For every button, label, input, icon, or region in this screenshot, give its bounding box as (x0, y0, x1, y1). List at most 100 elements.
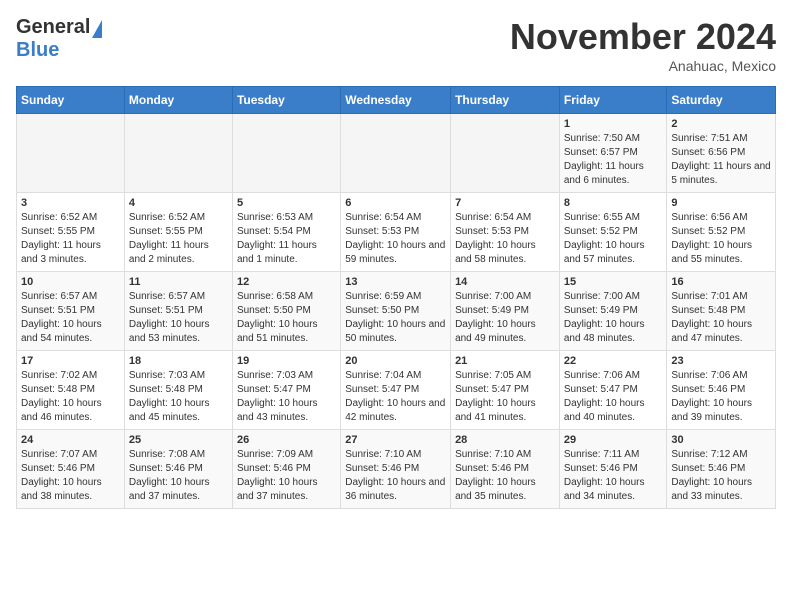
calendar-cell (341, 114, 451, 193)
day-number: 28 (455, 434, 555, 446)
day-number: 21 (455, 355, 555, 367)
day-number: 23 (671, 355, 771, 367)
day-number: 4 (129, 197, 228, 209)
day-info: Sunrise: 7:04 AM Sunset: 5:47 PM Dayligh… (345, 369, 446, 425)
calendar-header-friday: Friday (559, 87, 667, 114)
logo: General Blue (16, 16, 102, 62)
calendar-week-row: 24 Sunrise: 7:07 AM Sunset: 5:46 PM Dayli… (17, 430, 776, 509)
calendar-table: SundayMondayTuesdayWednesdayThursdayFrid… (16, 86, 776, 509)
day-number: 25 (129, 434, 228, 446)
day-number: 2 (671, 118, 771, 130)
day-info: Sunrise: 6:52 AM Sunset: 5:55 PM Dayligh… (129, 211, 228, 267)
day-number: 12 (237, 276, 336, 288)
calendar-cell: 14Sunrise: 7:00 AM Sunset: 5:49 PM Dayli… (451, 272, 560, 351)
calendar-cell: 2 Sunrise: 7:51 AM Sunset: 6:56 PM Daylig… (667, 114, 776, 193)
day-number: 20 (345, 355, 446, 367)
calendar-header-tuesday: Tuesday (232, 87, 340, 114)
calendar-cell: 19 Sunrise: 7:03 AM Sunset: 5:47 PM Dayli… (232, 351, 340, 430)
logo-icon (92, 20, 102, 38)
day-number: 6 (345, 197, 446, 209)
day-info: Sunrise: 6:55 AM Sunset: 5:52 PM Dayligh… (564, 211, 663, 267)
day-number: 15 (564, 276, 663, 288)
day-info: Sunrise: 6:59 AM Sunset: 5:50 PM Dayligh… (345, 290, 446, 346)
calendar-cell: 7 Sunrise: 6:54 AM Sunset: 5:53 PM Daylig… (451, 193, 560, 272)
page-header: General Blue November 2024 Anahuac, Mexi… (16, 16, 776, 74)
calendar-header-sunday: Sunday (17, 87, 125, 114)
calendar-cell: 30 Sunrise: 7:12 AM Sunset: 5:46 PM Dayli… (667, 430, 776, 509)
logo-blue-text: Blue (16, 39, 59, 62)
day-number: 19 (237, 355, 336, 367)
title-section: November 2024 Anahuac, Mexico (510, 16, 776, 74)
calendar-week-row: 17 Sunrise: 7:02 AM Sunset: 5:48 PM Dayli… (17, 351, 776, 430)
day-number: 17 (21, 355, 120, 367)
calendar-cell: 3Sunrise: 6:52 AM Sunset: 5:55 PM Daylig… (17, 193, 125, 272)
day-info: Sunrise: 7:10 AM Sunset: 5:46 PM Dayligh… (345, 448, 446, 504)
calendar-cell: 15 Sunrise: 7:00 AM Sunset: 5:49 PM Dayli… (559, 272, 667, 351)
calendar-cell: 16 Sunrise: 7:01 AM Sunset: 5:48 PM Dayli… (667, 272, 776, 351)
day-info: Sunrise: 6:53 AM Sunset: 5:54 PM Dayligh… (237, 211, 336, 267)
day-number: 11 (129, 276, 228, 288)
calendar-cell: 13 Sunrise: 6:59 AM Sunset: 5:50 PM Dayli… (341, 272, 451, 351)
day-info: Sunrise: 7:05 AM Sunset: 5:47 PM Dayligh… (455, 369, 555, 425)
calendar-cell: 9Sunrise: 6:56 AM Sunset: 5:52 PM Daylig… (667, 193, 776, 272)
calendar-cell: 17 Sunrise: 7:02 AM Sunset: 5:48 PM Dayli… (17, 351, 125, 430)
day-number: 1 (564, 118, 663, 130)
day-number: 30 (671, 434, 771, 446)
calendar-cell: 1 Sunrise: 7:50 AM Sunset: 6:57 PM Daylig… (559, 114, 667, 193)
calendar-week-row: 10Sunrise: 6:57 AM Sunset: 5:51 PM Dayli… (17, 272, 776, 351)
calendar-cell: 29Sunrise: 7:11 AM Sunset: 5:46 PM Dayli… (559, 430, 667, 509)
calendar-cell (232, 114, 340, 193)
day-info: Sunrise: 6:57 AM Sunset: 5:51 PM Dayligh… (21, 290, 120, 346)
calendar-week-row: 3Sunrise: 6:52 AM Sunset: 5:55 PM Daylig… (17, 193, 776, 272)
calendar-cell: 20 Sunrise: 7:04 AM Sunset: 5:47 PM Dayli… (341, 351, 451, 430)
day-info: Sunrise: 7:00 AM Sunset: 5:49 PM Dayligh… (455, 290, 555, 346)
day-number: 18 (129, 355, 228, 367)
day-info: Sunrise: 6:58 AM Sunset: 5:50 PM Dayligh… (237, 290, 336, 346)
day-info: Sunrise: 7:50 AM Sunset: 6:57 PM Dayligh… (564, 132, 663, 188)
calendar-cell: 27Sunrise: 7:10 AM Sunset: 5:46 PM Dayli… (341, 430, 451, 509)
calendar-cell (17, 114, 125, 193)
calendar-header-wednesday: Wednesday (341, 87, 451, 114)
calendar-header-thursday: Thursday (451, 87, 560, 114)
calendar-cell: 5 Sunrise: 6:53 AM Sunset: 5:54 PM Daylig… (232, 193, 340, 272)
calendar-cell: 4 Sunrise: 6:52 AM Sunset: 5:55 PM Daylig… (124, 193, 232, 272)
calendar-cell: 8 Sunrise: 6:55 AM Sunset: 5:52 PM Daylig… (559, 193, 667, 272)
month-title: November 2024 (510, 16, 776, 58)
day-number: 13 (345, 276, 446, 288)
day-number: 5 (237, 197, 336, 209)
day-info: Sunrise: 7:03 AM Sunset: 5:47 PM Dayligh… (237, 369, 336, 425)
day-info: Sunrise: 7:09 AM Sunset: 5:46 PM Dayligh… (237, 448, 336, 504)
calendar-cell: 24 Sunrise: 7:07 AM Sunset: 5:46 PM Dayli… (17, 430, 125, 509)
day-number: 7 (455, 197, 555, 209)
day-info: Sunrise: 6:54 AM Sunset: 5:53 PM Dayligh… (455, 211, 555, 267)
calendar-cell: 22Sunrise: 7:06 AM Sunset: 5:47 PM Dayli… (559, 351, 667, 430)
calendar-cell: 12 Sunrise: 6:58 AM Sunset: 5:50 PM Dayli… (232, 272, 340, 351)
calendar-cell: 18 Sunrise: 7:03 AM Sunset: 5:48 PM Dayli… (124, 351, 232, 430)
day-number: 24 (21, 434, 120, 446)
day-info: Sunrise: 6:56 AM Sunset: 5:52 PM Dayligh… (671, 211, 771, 267)
calendar-cell: 10Sunrise: 6:57 AM Sunset: 5:51 PM Dayli… (17, 272, 125, 351)
day-number: 8 (564, 197, 663, 209)
day-info: Sunrise: 7:11 AM Sunset: 5:46 PM Dayligh… (564, 448, 663, 504)
day-number: 26 (237, 434, 336, 446)
calendar-header-monday: Monday (124, 87, 232, 114)
day-info: Sunrise: 7:12 AM Sunset: 5:46 PM Dayligh… (671, 448, 771, 504)
day-info: Sunrise: 7:01 AM Sunset: 5:48 PM Dayligh… (671, 290, 771, 346)
day-info: Sunrise: 7:07 AM Sunset: 5:46 PM Dayligh… (21, 448, 120, 504)
calendar-cell: 6 Sunrise: 6:54 AM Sunset: 5:53 PM Daylig… (341, 193, 451, 272)
day-info: Sunrise: 6:54 AM Sunset: 5:53 PM Dayligh… (345, 211, 446, 267)
calendar-week-row: 1 Sunrise: 7:50 AM Sunset: 6:57 PM Daylig… (17, 114, 776, 193)
calendar-header-saturday: Saturday (667, 87, 776, 114)
day-info: Sunrise: 6:57 AM Sunset: 5:51 PM Dayligh… (129, 290, 228, 346)
day-info: Sunrise: 7:03 AM Sunset: 5:48 PM Dayligh… (129, 369, 228, 425)
day-info: Sunrise: 6:52 AM Sunset: 5:55 PM Dayligh… (21, 211, 120, 267)
day-info: Sunrise: 7:06 AM Sunset: 5:46 PM Dayligh… (671, 369, 771, 425)
calendar-cell: 23 Sunrise: 7:06 AM Sunset: 5:46 PM Dayli… (667, 351, 776, 430)
calendar-cell: 21 Sunrise: 7:05 AM Sunset: 5:47 PM Dayli… (451, 351, 560, 430)
day-info: Sunrise: 7:02 AM Sunset: 5:48 PM Dayligh… (21, 369, 120, 425)
calendar-cell (124, 114, 232, 193)
day-number: 16 (671, 276, 771, 288)
day-info: Sunrise: 7:51 AM Sunset: 6:56 PM Dayligh… (671, 132, 771, 188)
day-info: Sunrise: 7:00 AM Sunset: 5:49 PM Dayligh… (564, 290, 663, 346)
day-info: Sunrise: 7:08 AM Sunset: 5:46 PM Dayligh… (129, 448, 228, 504)
